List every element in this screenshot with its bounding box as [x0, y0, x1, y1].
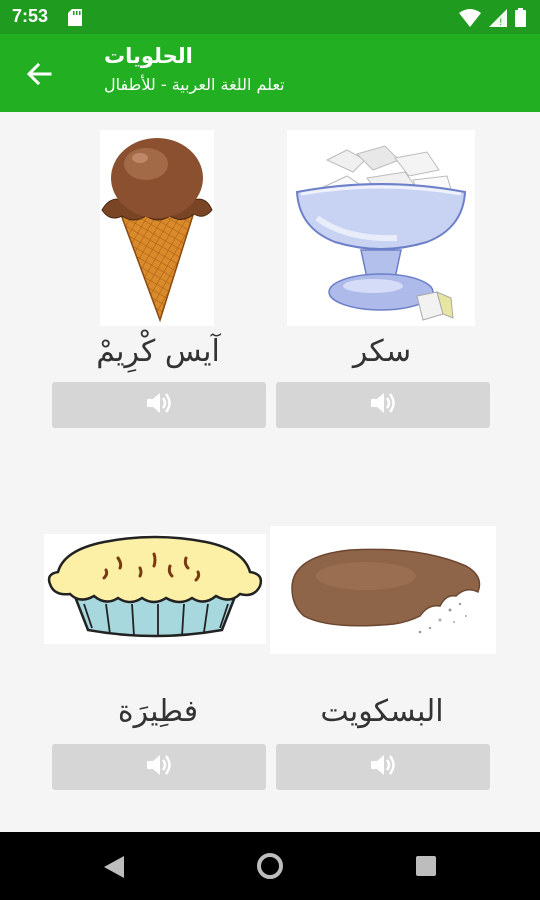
play-sound-button[interactable] [276, 744, 490, 790]
battery-icon [515, 8, 526, 31]
status-bar: 7:53 ! [0, 0, 540, 34]
ice-cream-image[interactable] [100, 130, 214, 326]
back-triangle-icon[interactable] [102, 854, 126, 884]
page-subtitle: تعلم اللغة العربية - للأطفال [104, 75, 285, 94]
word-label: سكر [352, 334, 412, 369]
sd-card-icon [68, 9, 82, 30]
signal-icon: ! [489, 8, 507, 31]
word-label: آيس كْرِيمْ [96, 334, 220, 369]
speaker-icon [145, 391, 173, 419]
speaker-icon [369, 753, 397, 781]
sugar-bowl-image[interactable] [287, 130, 475, 326]
word-label: فطِيرَة [117, 694, 199, 729]
page-title: الحلويات [104, 44, 193, 68]
pie-image[interactable] [44, 534, 266, 644]
play-sound-button[interactable] [52, 382, 266, 428]
navigation-bar [0, 832, 540, 900]
biscuit-image[interactable] [270, 526, 496, 654]
play-sound-button[interactable] [52, 744, 266, 790]
play-sound-button[interactable] [276, 382, 490, 428]
home-circle-icon[interactable] [256, 852, 284, 884]
recents-square-icon[interactable] [416, 856, 436, 880]
speaker-icon [145, 753, 173, 781]
back-arrow-icon[interactable] [24, 59, 54, 89]
app-bar: الحلويات تعلم اللغة العربية - للأطفال [0, 34, 540, 112]
wifi-icon [459, 8, 481, 31]
svg-text:!: ! [499, 18, 503, 27]
word-label: البسكويت [320, 694, 444, 729]
status-time: 7:53 [12, 6, 49, 26]
speaker-icon [369, 391, 397, 419]
